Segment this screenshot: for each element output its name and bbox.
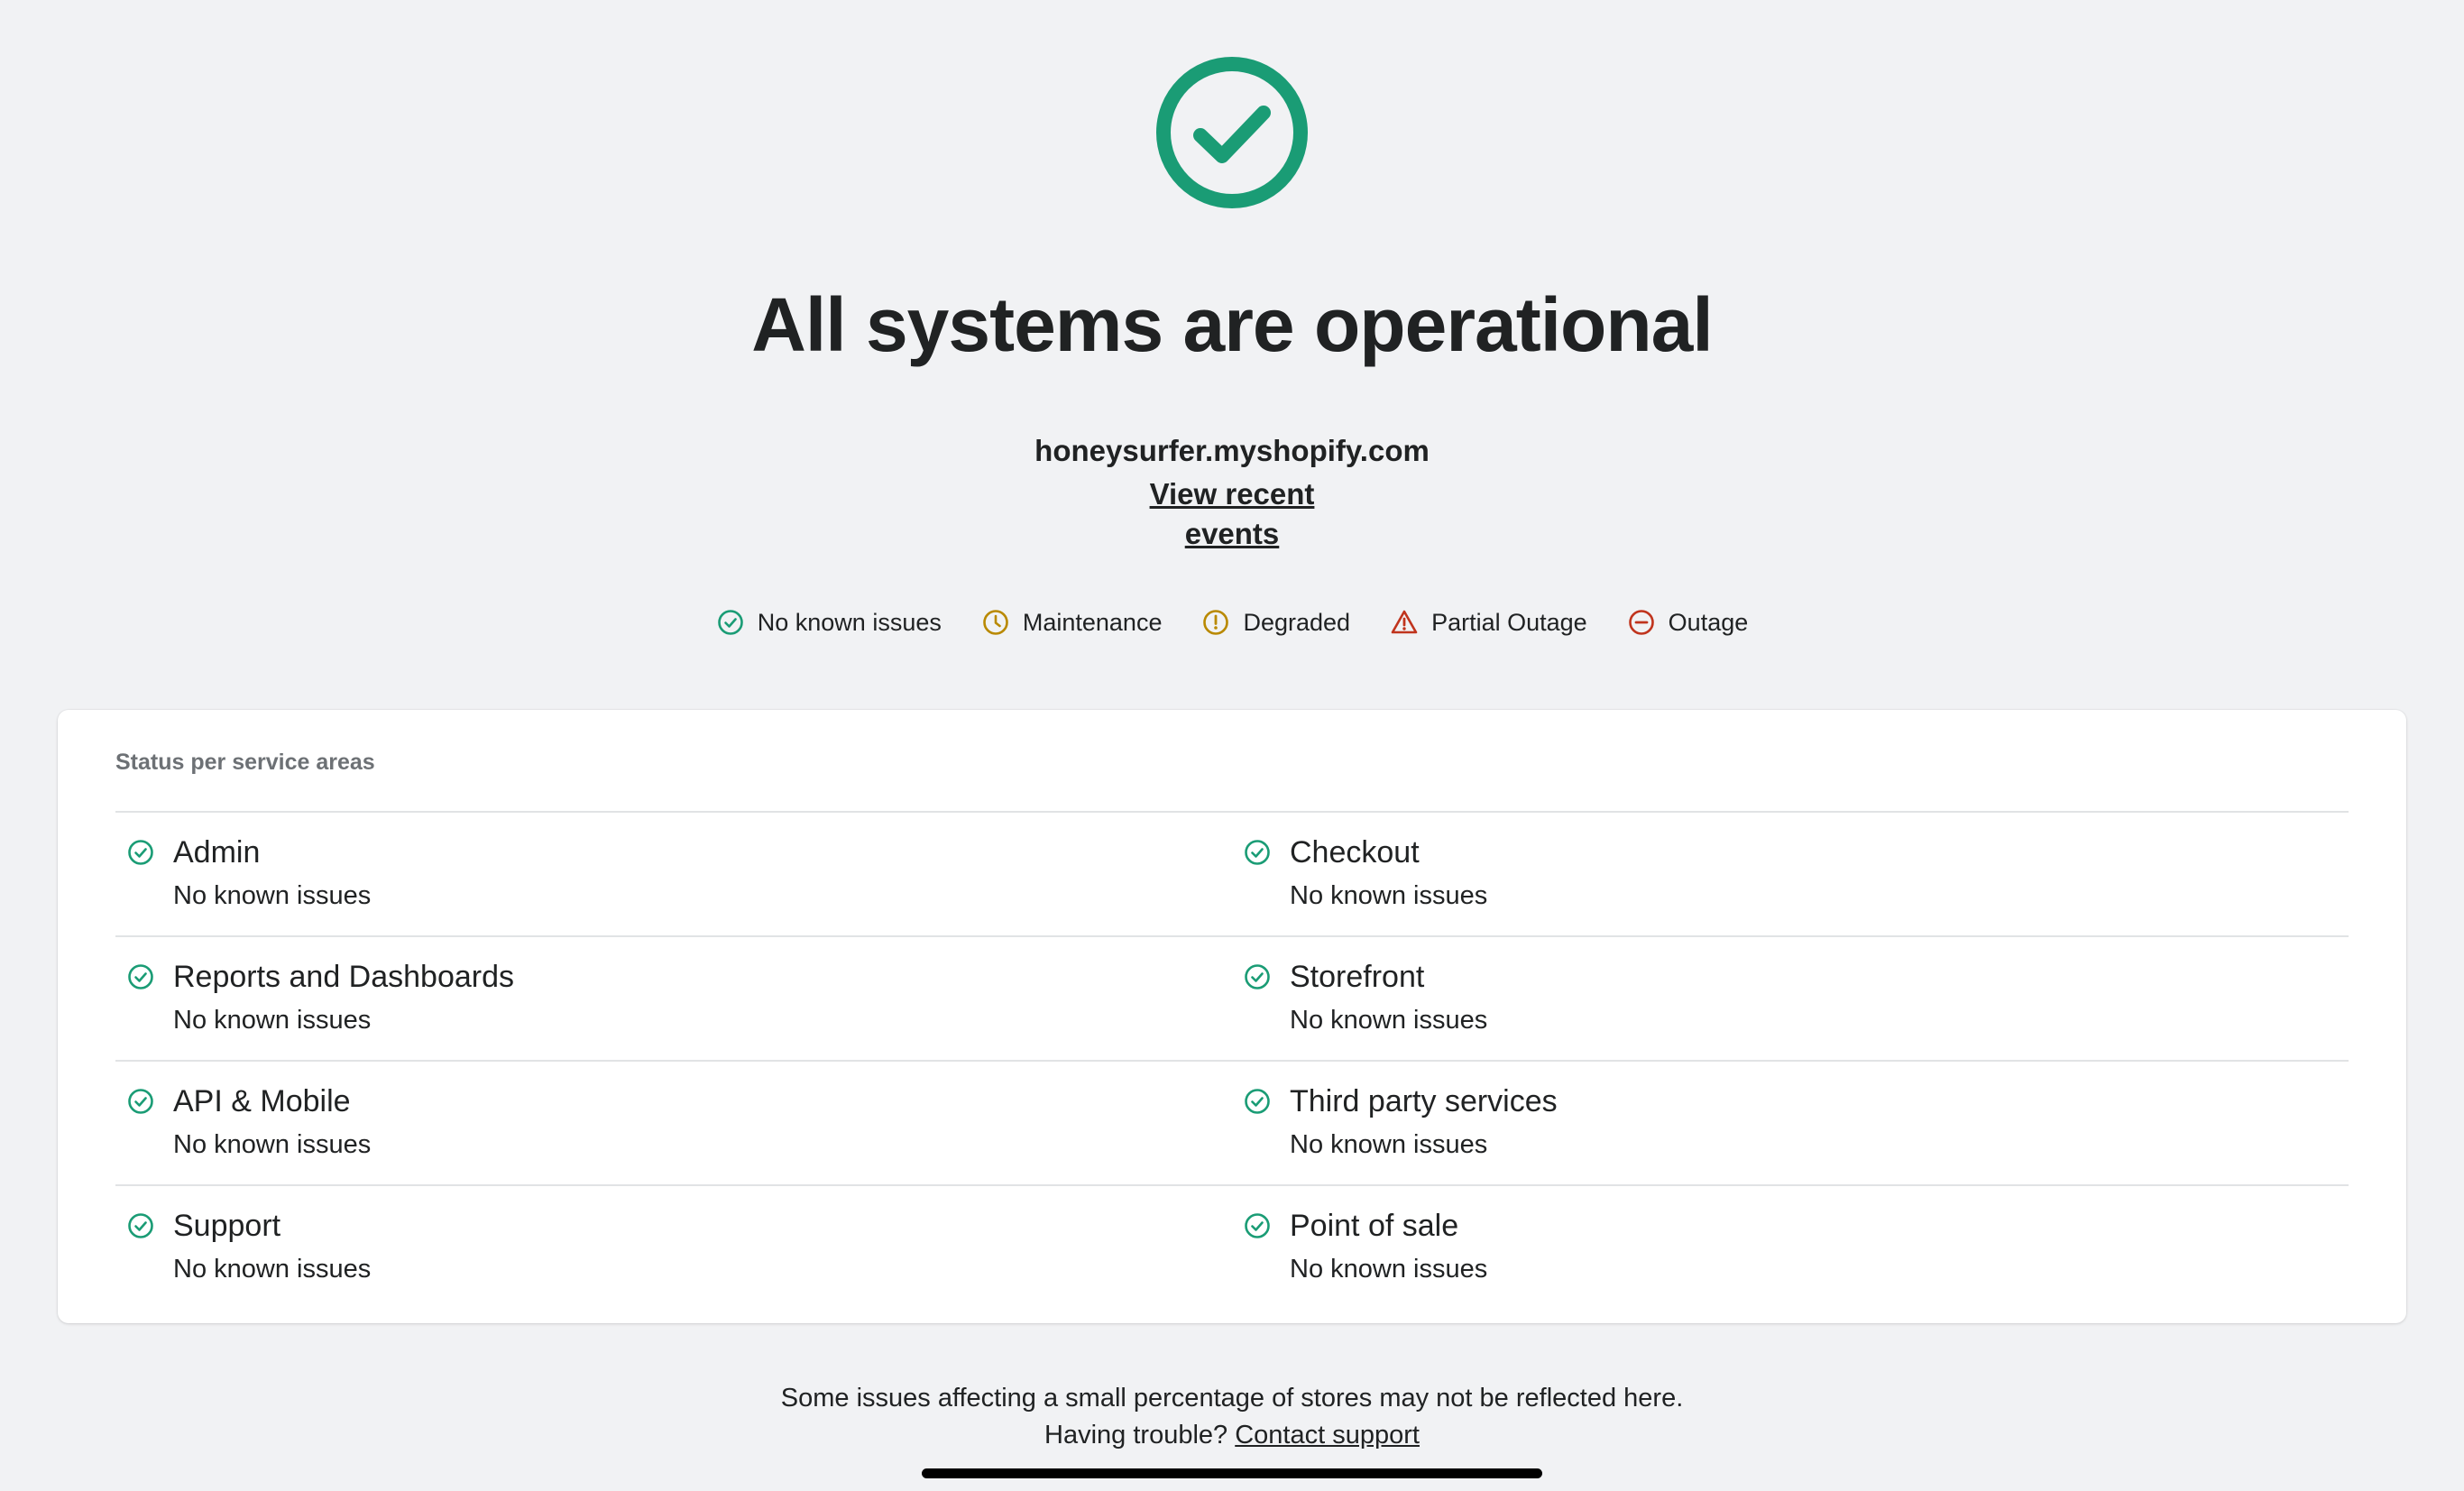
- service-status-api-mobile: No known issues: [173, 1130, 372, 1159]
- contact-support-link[interactable]: Contact support: [1235, 1421, 1420, 1450]
- legend-item-degraded: Degraded: [1201, 608, 1350, 637]
- service-status-card: Status per service areas Admin No known …: [58, 710, 2406, 1323]
- service-status-storefront: No known issues: [1290, 1006, 1488, 1035]
- legend-label: Maintenance: [1022, 608, 1163, 636]
- legend-label: Degraded: [1243, 608, 1351, 636]
- divider: [115, 1184, 2349, 1186]
- divider: [115, 935, 2349, 937]
- check-circle-icon: [717, 610, 743, 635]
- divider: [115, 1060, 2349, 1062]
- exclamation-circle-icon: [1203, 610, 1229, 635]
- divider: [115, 811, 2349, 813]
- clock-icon: [983, 610, 1008, 635]
- service-name-third-party-services: Third party services: [1290, 1084, 1558, 1118]
- page-title: All systems are operational: [751, 282, 1713, 367]
- check-circle-icon: [128, 840, 153, 865]
- service-name-reports-and-dashboards: Reports and Dashboards: [173, 960, 515, 994]
- legend-item-maintenance: Maintenance: [981, 608, 1163, 637]
- check-circle-icon: [1245, 1213, 1270, 1238]
- check-circle-icon: [1245, 964, 1270, 989]
- service-status-support: No known issues: [173, 1255, 372, 1284]
- card-title: Status per service areas: [115, 750, 375, 775]
- store-domain: honeysurfer.myshopify.com: [1034, 434, 1430, 467]
- warning-triangle-icon: [1391, 610, 1418, 634]
- service-name-admin: Admin: [173, 835, 261, 870]
- view-recent-events-link[interactable]: View recent events: [1102, 474, 1362, 554]
- legend-item-partial-outage: Partial Outage: [1390, 608, 1587, 637]
- service-status-reports-and-dashboards: No known issues: [173, 1006, 372, 1035]
- minus-circle-icon: [1628, 610, 1654, 635]
- footer-note: Some issues affecting a small percentage…: [780, 1384, 1684, 1413]
- service-name-api-mobile: API & Mobile: [173, 1084, 351, 1118]
- help-prefix: Having trouble?: [1044, 1421, 1228, 1450]
- status-legend: No known issues Maintenance Degraded Par…: [0, 603, 2464, 642]
- legend-label: Outage: [1668, 608, 1749, 636]
- service-name-checkout: Checkout: [1290, 835, 1420, 870]
- check-circle-icon: [128, 964, 153, 989]
- service-status-third-party-services: No known issues: [1290, 1130, 1488, 1159]
- check-circle-icon: [1245, 1089, 1270, 1114]
- service-status-admin: No known issues: [173, 881, 372, 910]
- legend-item-outage: Outage: [1627, 608, 1749, 637]
- check-circle-icon: [128, 1089, 153, 1114]
- service-name-support: Support: [173, 1209, 281, 1243]
- legend-label: Partial Outage: [1431, 608, 1587, 636]
- home-indicator[interactable]: [922, 1468, 1542, 1478]
- service-name-storefront: Storefront: [1290, 960, 1425, 994]
- service-name-point-of-sale: Point of sale: [1290, 1209, 1459, 1243]
- footer-help: Having trouble? Contact support: [0, 1417, 2464, 1453]
- legend-label: No known issues: [757, 608, 942, 636]
- check-circle-icon: [1156, 57, 1308, 208]
- check-circle-icon: [1245, 840, 1270, 865]
- service-status-checkout: No known issues: [1290, 881, 1488, 910]
- check-circle-icon: [128, 1213, 153, 1238]
- legend-item-no-known-issues: No known issues: [716, 608, 942, 637]
- service-status-point-of-sale: No known issues: [1290, 1255, 1488, 1284]
